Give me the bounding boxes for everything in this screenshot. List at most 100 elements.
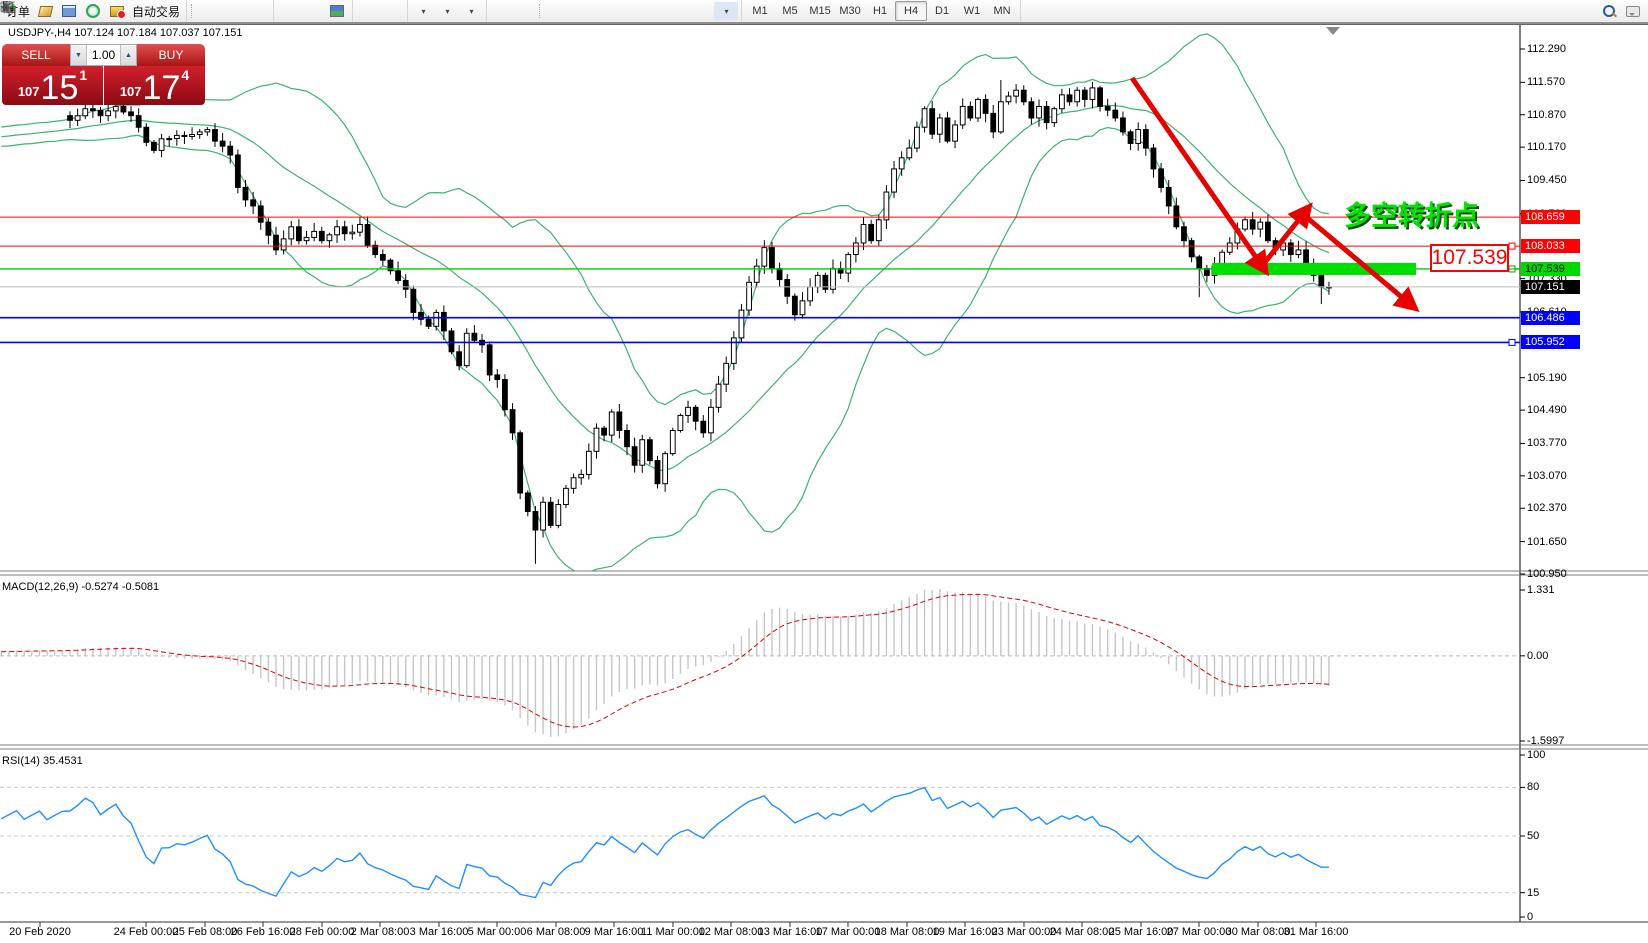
fibonacci-icon[interactable]: F: [642, 2, 666, 20]
volume-stepper: ▼ 1.00 ▲: [70, 44, 137, 66]
price-badge: 106.486: [1521, 311, 1580, 325]
rsi-axis-tick: 15: [1527, 887, 1539, 899]
sell-price-sup: 1: [79, 67, 87, 83]
toolbar-group-timeframes: M1M5M15M30H1H4D1W1MN: [742, 0, 1021, 22]
symbol-ohlc-label: USDJPY-,H4 107.124 107.184 107.037 107.1…: [8, 27, 242, 39]
price-badge: 108.033: [1521, 239, 1580, 253]
buy-price-sup: 4: [181, 67, 189, 83]
price-badge: 107.539: [1521, 262, 1580, 276]
market-watch-icon[interactable]: [81, 2, 105, 20]
price-callout-box[interactable]: 107.539: [1430, 244, 1509, 272]
strategy-tester-icon[interactable]: [380, 2, 404, 20]
arrow-objects-icon[interactable]: ▾: [714, 2, 738, 20]
volume-down-button[interactable]: ▼: [71, 45, 87, 65]
timeframe-d1[interactable]: D1: [927, 2, 957, 20]
tile-windows-icon[interactable]: [325, 2, 349, 20]
time-tick-label: 27 Mar 00:00: [1167, 926, 1232, 938]
turning-point-annotation[interactable]: 多空转折点: [1344, 194, 1479, 233]
time-tick-label: 11 Mar 00:00: [641, 926, 705, 938]
price-tick: 112.290: [1527, 43, 1566, 55]
price-badge: 108.659: [1521, 210, 1580, 224]
time-tick-label: 28 Feb 00:00: [290, 926, 355, 938]
autotrading-button[interactable]: 自动交易: [132, 3, 180, 20]
new-order-icon[interactable]: [33, 2, 57, 20]
macd-axis-max: 1.331: [1527, 584, 1555, 596]
timeframe-m1[interactable]: M1: [745, 2, 775, 20]
volume-value[interactable]: 1.00: [87, 45, 120, 65]
text-tool-icon[interactable]: A: [666, 2, 690, 20]
time-tick-label: 25 Mar 16:00: [1109, 926, 1174, 938]
timeframe-m5[interactable]: M5: [775, 2, 805, 20]
timeframe-w1[interactable]: W1: [957, 2, 987, 20]
crosshair-icon[interactable]: [514, 2, 538, 20]
rsi-axis-tick: 0: [1527, 911, 1533, 923]
time-tick-label: 9 Mar 16:00: [585, 926, 644, 938]
candlestick-chart-icon[interactable]: [222, 2, 246, 20]
autotrading-icon[interactable]: [105, 2, 129, 20]
trendline-icon[interactable]: [594, 2, 618, 20]
cursor-icon[interactable]: [490, 2, 514, 20]
time-tick-label: 18 Mar 08:00: [875, 926, 940, 938]
macd-axis-min: -1.5997: [1527, 735, 1564, 747]
data-window-icon[interactable]: [356, 2, 380, 20]
equidistant-channel-icon[interactable]: E: [618, 2, 642, 20]
one-click-trade-panel: SELL ▼ 1.00 ▲ BUY 107 15 1 107 17 4: [2, 44, 205, 105]
price-tick: 111.570: [1527, 76, 1565, 88]
timeframe-h4[interactable]: H4: [895, 1, 927, 21]
time-tick-label: 20 Feb 2020: [9, 926, 71, 938]
bar-chart-icon[interactable]: [198, 2, 222, 20]
zoom-in-icon[interactable]: [277, 2, 301, 20]
history-center-icon[interactable]: [57, 2, 81, 20]
price-tick: 100.950: [1527, 568, 1567, 580]
toolbar-group-trade: 订单 自动交易: [0, 0, 187, 22]
time-tick-label: 19 Mar 16:00: [933, 926, 998, 938]
sell-price-button[interactable]: 107 15 1: [2, 66, 103, 105]
timeframe-h1[interactable]: H1: [865, 2, 895, 20]
buy-price-button[interactable]: 107 17 4: [104, 66, 205, 105]
chat-icon[interactable]: [1621, 2, 1645, 20]
chart-canvas[interactable]: [0, 0, 1648, 943]
mt4-window: 订单 自动交易: [0, 0, 1648, 943]
label-tool-icon[interactable]: T: [690, 2, 714, 20]
timeframe-m30[interactable]: M30: [835, 2, 865, 20]
time-tick-label: 13 Mar 16:00: [758, 926, 823, 938]
buy-price-prefix: 107: [120, 84, 142, 99]
toolbar-group-objects: E F A T ▾: [487, 0, 742, 22]
sell-button[interactable]: SELL: [2, 44, 70, 66]
timeframe-mn[interactable]: MN: [987, 2, 1017, 20]
price-tick: 102.370: [1527, 502, 1567, 514]
zoom-out-icon[interactable]: [301, 2, 325, 20]
price-tick: 105.190: [1527, 372, 1567, 384]
template-icon[interactable]: ▾: [459, 2, 483, 20]
price-tick: 110.170: [1527, 141, 1566, 153]
line-chart-icon[interactable]: [246, 2, 270, 20]
price-tick: 104.490: [1527, 404, 1567, 416]
search-icon[interactable]: [1597, 2, 1621, 20]
time-tick-label: 17 Mar 00:00: [816, 926, 881, 938]
time-tick-label: 24 Feb 00:00: [114, 926, 179, 938]
price-tick: 103.070: [1527, 470, 1567, 482]
time-tick-label: 6 Mar 08:00: [527, 926, 586, 938]
time-tick-label: 31 Mar 16:00: [1284, 926, 1349, 938]
period-clock-icon[interactable]: ▾: [435, 2, 459, 20]
time-tick-label: 2 Mar 08:00: [351, 926, 410, 938]
buy-price-big: 17: [143, 73, 181, 103]
toolbar-group-insert: ▾ ▾ ▾: [408, 0, 487, 22]
time-tick-label: 26 Feb 16:00: [231, 926, 296, 938]
time-tick-label: 30 Mar 08:00: [1226, 926, 1291, 938]
chart-shift-marker[interactable]: [1326, 27, 1340, 35]
add-indicator-icon[interactable]: ▾: [411, 2, 435, 20]
volume-up-button[interactable]: ▲: [120, 45, 136, 65]
toolbar-group-zoom: [274, 0, 353, 22]
price-tick: 110.870: [1527, 109, 1566, 121]
vertical-line-icon[interactable]: [546, 2, 570, 20]
buy-button[interactable]: BUY: [137, 44, 205, 66]
horizontal-line-icon[interactable]: [570, 2, 594, 20]
price-badge: 107.151: [1521, 280, 1580, 294]
timeframe-m15[interactable]: M15: [805, 2, 835, 20]
rsi-axis-tick: 100: [1527, 749, 1545, 761]
time-tick-label: 12 Mar 08:00: [699, 926, 764, 938]
rsi-axis-tick: 80: [1527, 781, 1539, 793]
time-tick-label: 23 Mar 00:00: [992, 926, 1057, 938]
time-tick-label: 24 Mar 08:00: [1050, 926, 1115, 938]
